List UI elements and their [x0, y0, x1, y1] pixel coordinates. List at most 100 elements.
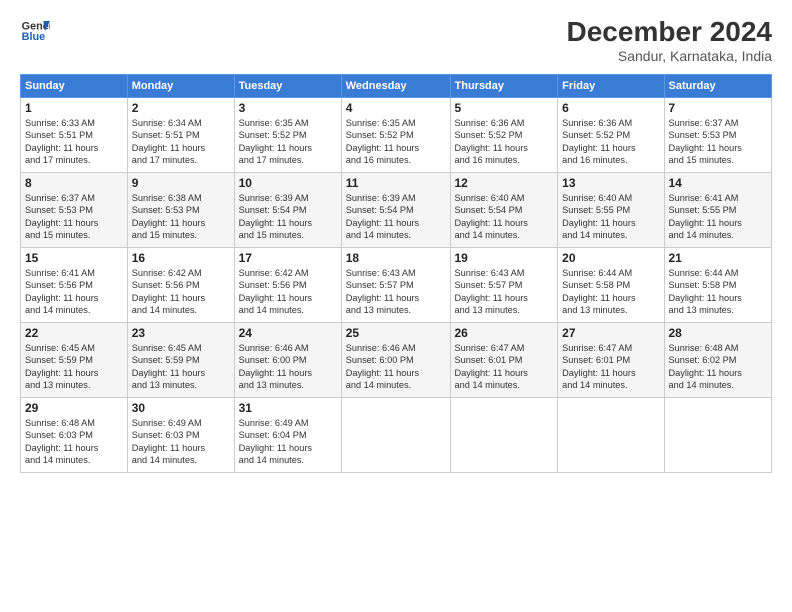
day-number: 12	[455, 176, 554, 190]
day-number: 8	[25, 176, 123, 190]
week-row-4: 22 Sunrise: 6:45 AMSunset: 5:59 PMDaylig…	[21, 323, 772, 398]
day-number: 20	[562, 251, 659, 265]
day-number: 28	[669, 326, 768, 340]
day-detail: Sunrise: 6:46 AMSunset: 6:00 PMDaylight:…	[239, 343, 312, 390]
day-detail: Sunrise: 6:48 AMSunset: 6:03 PMDaylight:…	[25, 418, 98, 465]
day-detail: Sunrise: 6:39 AMSunset: 5:54 PMDaylight:…	[239, 193, 312, 240]
day-detail: Sunrise: 6:48 AMSunset: 6:02 PMDaylight:…	[669, 343, 742, 390]
day-detail: Sunrise: 6:43 AMSunset: 5:57 PMDaylight:…	[455, 268, 528, 315]
weekday-header-thursday: Thursday	[450, 75, 558, 98]
day-number: 25	[346, 326, 446, 340]
week-row-3: 15 Sunrise: 6:41 AMSunset: 5:56 PMDaylig…	[21, 248, 772, 323]
calendar-cell: 8 Sunrise: 6:37 AMSunset: 5:53 PMDayligh…	[21, 173, 128, 248]
calendar-cell: 24 Sunrise: 6:46 AMSunset: 6:00 PMDaylig…	[234, 323, 341, 398]
day-detail: Sunrise: 6:43 AMSunset: 5:57 PMDaylight:…	[346, 268, 419, 315]
weekday-header-friday: Friday	[558, 75, 664, 98]
day-number: 7	[669, 101, 768, 115]
logo-icon: General Blue	[20, 16, 50, 46]
logo: General Blue	[20, 16, 50, 46]
day-detail: Sunrise: 6:33 AMSunset: 5:51 PMDaylight:…	[25, 118, 98, 165]
calendar-cell: 14 Sunrise: 6:41 AMSunset: 5:55 PMDaylig…	[664, 173, 772, 248]
day-detail: Sunrise: 6:44 AMSunset: 5:58 PMDaylight:…	[562, 268, 635, 315]
calendar-cell: 7 Sunrise: 6:37 AMSunset: 5:53 PMDayligh…	[664, 98, 772, 173]
calendar-table: SundayMondayTuesdayWednesdayThursdayFrid…	[20, 74, 772, 473]
calendar-cell	[450, 398, 558, 473]
day-number: 3	[239, 101, 337, 115]
calendar-cell: 3 Sunrise: 6:35 AMSunset: 5:52 PMDayligh…	[234, 98, 341, 173]
calendar-cell: 31 Sunrise: 6:49 AMSunset: 6:04 PMDaylig…	[234, 398, 341, 473]
calendar-cell: 6 Sunrise: 6:36 AMSunset: 5:52 PMDayligh…	[558, 98, 664, 173]
day-number: 11	[346, 176, 446, 190]
day-detail: Sunrise: 6:46 AMSunset: 6:00 PMDaylight:…	[346, 343, 419, 390]
calendar-cell: 13 Sunrise: 6:40 AMSunset: 5:55 PMDaylig…	[558, 173, 664, 248]
day-number: 9	[132, 176, 230, 190]
day-detail: Sunrise: 6:45 AMSunset: 5:59 PMDaylight:…	[132, 343, 205, 390]
day-number: 27	[562, 326, 659, 340]
calendar-cell: 25 Sunrise: 6:46 AMSunset: 6:00 PMDaylig…	[341, 323, 450, 398]
day-number: 24	[239, 326, 337, 340]
day-number: 2	[132, 101, 230, 115]
calendar-cell	[341, 398, 450, 473]
day-number: 16	[132, 251, 230, 265]
page: General Blue December 2024 Sandur, Karna…	[0, 0, 792, 612]
day-detail: Sunrise: 6:47 AMSunset: 6:01 PMDaylight:…	[562, 343, 635, 390]
day-detail: Sunrise: 6:35 AMSunset: 5:52 PMDaylight:…	[346, 118, 419, 165]
day-number: 5	[455, 101, 554, 115]
calendar-cell: 23 Sunrise: 6:45 AMSunset: 5:59 PMDaylig…	[127, 323, 234, 398]
day-detail: Sunrise: 6:42 AMSunset: 5:56 PMDaylight:…	[132, 268, 205, 315]
calendar-cell: 22 Sunrise: 6:45 AMSunset: 5:59 PMDaylig…	[21, 323, 128, 398]
day-number: 21	[669, 251, 768, 265]
day-detail: Sunrise: 6:34 AMSunset: 5:51 PMDaylight:…	[132, 118, 205, 165]
day-number: 19	[455, 251, 554, 265]
day-detail: Sunrise: 6:47 AMSunset: 6:01 PMDaylight:…	[455, 343, 528, 390]
calendar-cell: 11 Sunrise: 6:39 AMSunset: 5:54 PMDaylig…	[341, 173, 450, 248]
title-block: December 2024 Sandur, Karnataka, India	[567, 16, 772, 64]
calendar-cell	[664, 398, 772, 473]
day-detail: Sunrise: 6:40 AMSunset: 5:54 PMDaylight:…	[455, 193, 528, 240]
day-number: 1	[25, 101, 123, 115]
calendar-cell: 20 Sunrise: 6:44 AMSunset: 5:58 PMDaylig…	[558, 248, 664, 323]
weekday-header-monday: Monday	[127, 75, 234, 98]
calendar-cell: 21 Sunrise: 6:44 AMSunset: 5:58 PMDaylig…	[664, 248, 772, 323]
calendar-cell: 5 Sunrise: 6:36 AMSunset: 5:52 PMDayligh…	[450, 98, 558, 173]
day-number: 26	[455, 326, 554, 340]
day-number: 23	[132, 326, 230, 340]
day-detail: Sunrise: 6:49 AMSunset: 6:03 PMDaylight:…	[132, 418, 205, 465]
day-number: 18	[346, 251, 446, 265]
day-number: 13	[562, 176, 659, 190]
calendar-cell: 2 Sunrise: 6:34 AMSunset: 5:51 PMDayligh…	[127, 98, 234, 173]
calendar-cell: 4 Sunrise: 6:35 AMSunset: 5:52 PMDayligh…	[341, 98, 450, 173]
day-number: 17	[239, 251, 337, 265]
weekday-header-tuesday: Tuesday	[234, 75, 341, 98]
day-number: 6	[562, 101, 659, 115]
calendar-cell: 17 Sunrise: 6:42 AMSunset: 5:56 PMDaylig…	[234, 248, 341, 323]
week-row-2: 8 Sunrise: 6:37 AMSunset: 5:53 PMDayligh…	[21, 173, 772, 248]
day-detail: Sunrise: 6:44 AMSunset: 5:58 PMDaylight:…	[669, 268, 742, 315]
calendar-cell: 9 Sunrise: 6:38 AMSunset: 5:53 PMDayligh…	[127, 173, 234, 248]
weekday-header-sunday: Sunday	[21, 75, 128, 98]
day-detail: Sunrise: 6:41 AMSunset: 5:55 PMDaylight:…	[669, 193, 742, 240]
calendar-cell: 19 Sunrise: 6:43 AMSunset: 5:57 PMDaylig…	[450, 248, 558, 323]
day-detail: Sunrise: 6:37 AMSunset: 5:53 PMDaylight:…	[669, 118, 742, 165]
day-detail: Sunrise: 6:36 AMSunset: 5:52 PMDaylight:…	[455, 118, 528, 165]
calendar-cell: 18 Sunrise: 6:43 AMSunset: 5:57 PMDaylig…	[341, 248, 450, 323]
day-detail: Sunrise: 6:38 AMSunset: 5:53 PMDaylight:…	[132, 193, 205, 240]
weekday-header-row: SundayMondayTuesdayWednesdayThursdayFrid…	[21, 75, 772, 98]
page-title: December 2024	[567, 16, 772, 48]
weekday-header-wednesday: Wednesday	[341, 75, 450, 98]
page-subtitle: Sandur, Karnataka, India	[567, 48, 772, 64]
day-number: 15	[25, 251, 123, 265]
day-number: 14	[669, 176, 768, 190]
calendar-cell: 16 Sunrise: 6:42 AMSunset: 5:56 PMDaylig…	[127, 248, 234, 323]
calendar-cell: 15 Sunrise: 6:41 AMSunset: 5:56 PMDaylig…	[21, 248, 128, 323]
week-row-5: 29 Sunrise: 6:48 AMSunset: 6:03 PMDaylig…	[21, 398, 772, 473]
day-detail: Sunrise: 6:35 AMSunset: 5:52 PMDaylight:…	[239, 118, 312, 165]
calendar-cell: 29 Sunrise: 6:48 AMSunset: 6:03 PMDaylig…	[21, 398, 128, 473]
calendar-cell: 28 Sunrise: 6:48 AMSunset: 6:02 PMDaylig…	[664, 323, 772, 398]
day-detail: Sunrise: 6:42 AMSunset: 5:56 PMDaylight:…	[239, 268, 312, 315]
day-number: 22	[25, 326, 123, 340]
weekday-header-saturday: Saturday	[664, 75, 772, 98]
day-number: 10	[239, 176, 337, 190]
calendar-cell: 26 Sunrise: 6:47 AMSunset: 6:01 PMDaylig…	[450, 323, 558, 398]
calendar-cell: 10 Sunrise: 6:39 AMSunset: 5:54 PMDaylig…	[234, 173, 341, 248]
